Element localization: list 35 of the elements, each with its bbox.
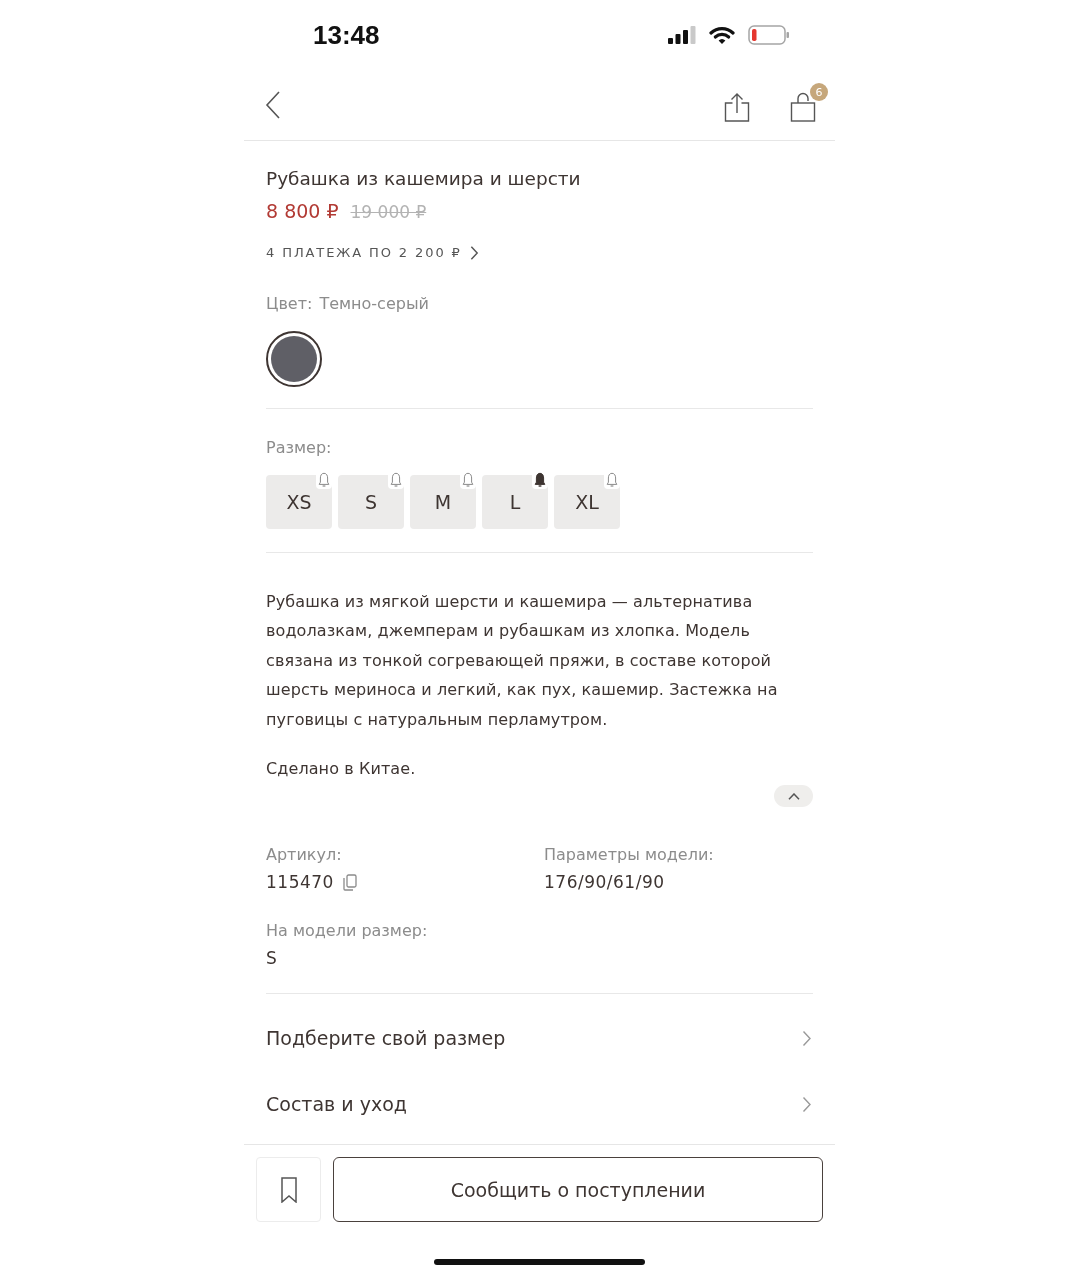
chevron-right-icon	[802, 1095, 812, 1113]
chevron-right-icon	[469, 245, 479, 261]
installments-link[interactable]: 4 ПЛАТЕЖА ПО 2 200 ₽	[266, 243, 479, 263]
wifi-icon	[709, 25, 735, 45]
color-value: Темно-серый	[319, 293, 429, 315]
size-label: Размер:	[266, 437, 333, 459]
description-text: Сделано в Китае.	[266, 758, 417, 781]
share-icon[interactable]	[724, 92, 750, 122]
color-label: Цвет:	[266, 293, 313, 315]
sale-price: 8 800 ₽	[266, 199, 339, 224]
detail-value: 115470	[266, 871, 334, 895]
bookmark-icon	[280, 1176, 297, 1203]
cart-badge: 6	[810, 83, 828, 101]
chevron-right-icon	[802, 1029, 812, 1047]
signal-icon	[668, 26, 696, 44]
back-icon[interactable]	[265, 91, 281, 119]
detail-label: На модели размер:	[266, 920, 429, 943]
bell-icon[interactable]	[532, 471, 548, 489]
notify-button[interactable]: Сообщить о поступлении	[333, 1157, 823, 1223]
detail-value: S	[266, 947, 278, 971]
status-time: 13:48	[313, 19, 380, 51]
battery-icon	[748, 25, 790, 45]
bookmark-button[interactable]	[256, 1157, 321, 1223]
collapse-button[interactable]	[774, 785, 813, 808]
detail-label: Артикул:	[266, 844, 343, 867]
link-row[interactable]: Состав и уход	[266, 1071, 813, 1138]
description-text: Рубашка из мягкой шерсти и кашемира — альтернатива водолазкам, джемперам и рубашкам из хлопка. Модель связана из тонкой согревающей пряжи, в составе которой шерсть мериноса и легкий, как пух, кашемир. Застежка на пуговицы с натуральным перламутром.	[266, 591, 779, 731]
detail-value: 176/90/61/90	[544, 871, 665, 895]
detail-label: Параметры модели:	[544, 844, 715, 867]
shopping-bag-icon[interactable]	[790, 92, 816, 122]
link-row[interactable]: Подберите свой размер	[266, 1005, 813, 1072]
caret-up-icon	[787, 792, 800, 800]
old-price: 19 000 ₽	[350, 201, 427, 224]
copy-icon[interactable]	[342, 873, 357, 891]
product-title: Рубашка из кашемира и шерсти	[266, 167, 582, 191]
